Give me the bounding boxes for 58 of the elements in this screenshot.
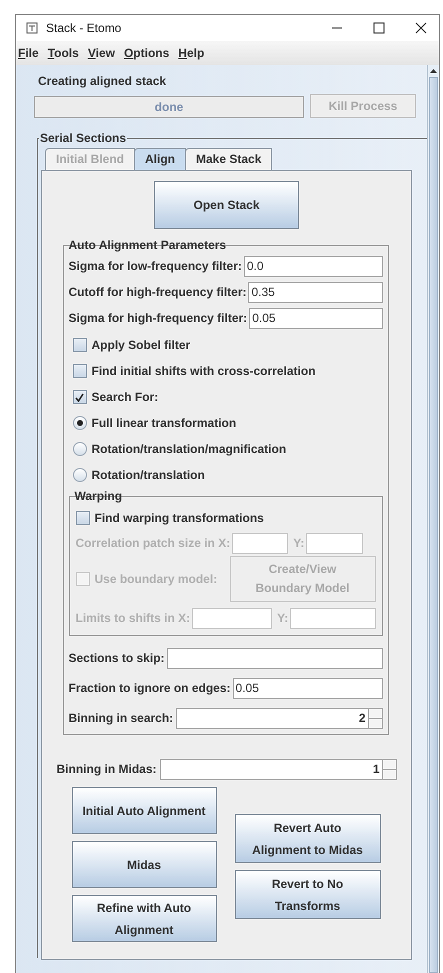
input-field[interactable] <box>166 648 382 668</box>
input-field[interactable]: 0.05 <box>232 678 382 698</box>
field-label: Correlation patch size in X: <box>76 535 230 552</box>
status-display: done <box>34 96 304 118</box>
checkbox[interactable] <box>72 338 86 352</box>
menu-item[interactable]: Options <box>124 44 170 62</box>
spinner-arrows[interactable] <box>368 708 382 728</box>
checkbox-label: Find warping transformations <box>94 510 264 527</box>
field-label: Binning in search: <box>68 710 174 727</box>
checkbox-label: Search For: <box>92 389 158 406</box>
field-label: Sigma for low-frequency filter: <box>68 258 242 275</box>
menu-item[interactable]: View <box>88 44 115 62</box>
checkbox-label: Find initial shifts with cross-correlation <box>92 363 316 380</box>
scrollbar[interactable] <box>427 65 439 973</box>
menu-item[interactable]: Help <box>178 44 204 62</box>
check-icon <box>75 392 84 402</box>
checkbox-label: Use boundary model: <box>94 571 218 588</box>
radio-button[interactable] <box>72 442 86 456</box>
radio-label: Rotation/translation/magnification <box>92 441 286 458</box>
action-button[interactable]: Revert to No Transforms <box>234 870 380 919</box>
spinner-field[interactable]: 2 <box>176 708 382 728</box>
field-label: Limits to shifts in X: <box>76 610 190 627</box>
radio-button[interactable] <box>72 416 86 430</box>
field-label: Y: <box>293 535 304 552</box>
field-label: Binning in Midas: <box>56 761 156 778</box>
input-field[interactable]: 0.35 <box>248 282 382 302</box>
radio-label: Full linear transformation <box>92 415 236 432</box>
radio-button[interactable] <box>72 468 86 482</box>
field-label: Cutoff for high-frequency filter: <box>68 284 246 301</box>
app-icon <box>26 22 38 34</box>
group-title: Warping <box>74 488 124 504</box>
spinner-field[interactable]: 1 <box>160 758 396 780</box>
action-button[interactable]: Refine with Auto Alignment <box>72 895 216 942</box>
checkbox[interactable] <box>72 364 86 378</box>
window-title: Stack - Etomo <box>46 20 122 37</box>
maximize-icon[interactable] <box>373 22 385 34</box>
tab[interactable]: Align <box>134 148 186 170</box>
field-label: Sigma for high-frequency filter: <box>68 310 248 327</box>
open-stack-button[interactable]: Open Stack <box>154 181 299 229</box>
close-icon[interactable] <box>415 22 427 34</box>
spinner-arrows[interactable] <box>382 760 396 778</box>
field-label: Fraction to ignore on edges: <box>68 680 231 697</box>
checkbox[interactable] <box>72 390 86 404</box>
menu-item[interactable]: Tools <box>48 44 79 62</box>
process-title: Creating aligned stack <box>38 74 166 88</box>
action-button[interactable]: Initial Auto Alignment <box>72 787 216 834</box>
tab[interactable]: Make Stack <box>185 148 272 170</box>
radio-label: Rotation/translation <box>92 467 205 484</box>
field-label: Sections to skip: <box>68 650 165 667</box>
checkbox-label: Apply Sobel filter <box>92 337 190 354</box>
menu-item[interactable]: File <box>18 44 39 62</box>
group-title: Auto Alignment Parameters <box>68 237 228 253</box>
action-button[interactable]: Revert Auto Alignment to Midas <box>234 814 380 863</box>
field-label: Y: <box>277 610 288 627</box>
input-field[interactable]: 0.05 <box>249 308 382 328</box>
input-field[interactable]: 0.0 <box>244 256 382 276</box>
action-button[interactable]: Midas <box>72 841 216 888</box>
checkbox[interactable] <box>76 511 90 525</box>
